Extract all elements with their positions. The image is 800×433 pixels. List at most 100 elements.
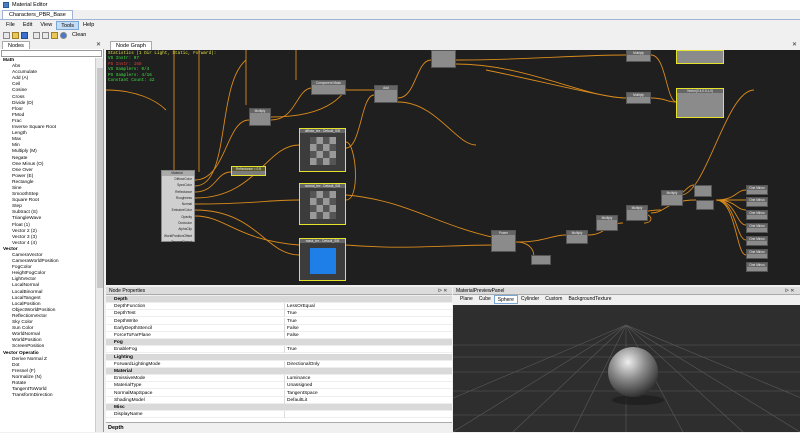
property-row[interactable]: EnableFog True (106, 346, 452, 354)
property-category[interactable]: Material (106, 368, 452, 376)
property-value[interactable]: True (284, 317, 444, 325)
property-value[interactable]: LessOrEqual (284, 303, 444, 311)
graph-node-multiply-top[interactable]: Multiply (626, 50, 651, 62)
properties-pin-icon[interactable]: ᐅ ✕ (438, 287, 447, 295)
graph-node-reflectance[interactable]: Reflectance = 0.5 (231, 166, 266, 176)
graph-node-multiply-a[interactable]: Multiply (249, 108, 271, 126)
property-value[interactable]: DefaultLit (284, 396, 444, 404)
property-category[interactable]: Lighting (106, 353, 452, 361)
property-row[interactable]: MaterialType Unassigned (106, 382, 452, 390)
property-row[interactable]: DepthTest True (106, 310, 452, 318)
help-icon[interactable] (60, 31, 67, 39)
nodes-scroll-thumb[interactable] (97, 68, 103, 288)
new-file-icon[interactable] (3, 31, 10, 39)
node-title: Multiply (627, 51, 650, 55)
node-title: Power (492, 231, 515, 235)
graph-node-one-minus-c[interactable]: One Minus (746, 210, 768, 220)
property-row[interactable]: ShadingModel DefaultLit (106, 396, 452, 404)
copy-icon[interactable] (42, 31, 49, 39)
graph-node-multiply-mid[interactable]: Multiply (626, 92, 651, 104)
property-value[interactable]: True (284, 346, 444, 354)
menu-help[interactable]: Help (79, 21, 98, 30)
property-value[interactable]: DirectionalOnly (284, 360, 444, 368)
property-value[interactable]: False (284, 332, 444, 339)
property-category[interactable]: Depth (106, 296, 452, 304)
preview-tab-custom[interactable]: Custom (542, 295, 565, 304)
nodes-scrollbar[interactable] (95, 58, 103, 432)
property-value[interactable]: TangentSpace (284, 389, 444, 397)
preview-panel-title: MaterialPreviewPanel (456, 288, 505, 294)
property-value[interactable] (284, 411, 444, 419)
material-preview-viewport[interactable] (453, 305, 800, 432)
property-row[interactable]: DepthWrite True (106, 317, 452, 325)
property-row[interactable]: DisplayName (106, 411, 452, 419)
graph-node-multiply-f[interactable] (694, 185, 712, 197)
graph-node-multiply-b[interactable]: Multiply (566, 230, 588, 244)
preview-sphere (608, 347, 658, 397)
preview-tab-cube[interactable]: Cube (476, 295, 494, 304)
graph-node-one-minus-a[interactable]: One Minus (746, 185, 768, 195)
graph-node-multiply-c[interactable]: Multiply (596, 215, 618, 231)
property-row[interactable]: EarlyDepthStencil False (106, 324, 452, 332)
graph-close-icon[interactable]: ✕ (792, 41, 797, 49)
clean-button[interactable]: Clean (72, 32, 86, 38)
graph-node-float[interactable] (531, 255, 551, 265)
paste-icon[interactable] (51, 31, 58, 39)
node-list-item[interactable]: TransformDirection (0, 393, 95, 399)
menu-view[interactable]: View (36, 21, 56, 30)
graph-wires (106, 50, 755, 261)
property-row[interactable]: ForceToFarPlane False (106, 332, 452, 340)
graph-node-one-minus-b[interactable]: One Minus (746, 197, 768, 207)
menu-tools[interactable]: Tools (56, 20, 80, 30)
graph-node-material[interactable]: Material DiffuseColor SpecColor Reflectance… (161, 170, 195, 250)
property-row[interactable]: EmissiveMode Luminance (106, 375, 452, 383)
menu-edit[interactable]: Edit (19, 21, 36, 30)
graph-node-small-a[interactable] (696, 200, 714, 210)
nodes-search-input[interactable] (1, 50, 102, 57)
property-row[interactable]: ForwardLightingMode DirectionalOnly (106, 360, 452, 368)
preview-tab-sphere[interactable]: Sphere (493, 295, 518, 304)
graph-node-top-a[interactable] (431, 50, 456, 68)
graph-node-texture-mask[interactable]: mask_tex - Default_S/B (299, 238, 346, 281)
preview-tab-backgroundtexture[interactable]: BackgroundTexture (565, 295, 614, 304)
node-graph-canvas[interactable]: Statistics (1 Dir Light, Static, Forward… (106, 50, 800, 285)
graph-node-one-minus-f[interactable]: One Minus (746, 249, 768, 259)
property-row[interactable]: DepthFunction LessOrEqual (106, 303, 452, 311)
menu-file[interactable]: File (2, 21, 19, 30)
graph-node-power[interactable]: Power (491, 230, 516, 252)
graph-node-multiply-e[interactable]: Multiply (661, 190, 683, 206)
toolbar: Clean (0, 30, 800, 40)
material-input-pin[interactable]: DepthOffset (162, 245, 194, 251)
graph-node-vector-param[interactable]: Vector(0.4,0.5,1.0) (676, 88, 724, 118)
property-row[interactable]: NormalMapSpace TangentSpace (106, 389, 452, 397)
node-title: Multiply (662, 191, 682, 195)
graph-node-one-minus-d[interactable]: One Minus (746, 223, 768, 233)
property-name: EnableFog (114, 347, 138, 353)
cut-icon[interactable] (33, 31, 40, 39)
graph-node-param-top[interactable] (676, 50, 724, 64)
graph-node-add[interactable]: Add (374, 85, 398, 103)
node-graph-tab[interactable]: Node Graph (110, 41, 152, 50)
property-category[interactable]: Fog (106, 339, 452, 347)
mask-texture-thumbnail (310, 248, 336, 274)
preview-tab-plane[interactable]: Plane (457, 295, 476, 304)
open-folder-icon[interactable] (12, 31, 19, 39)
property-category[interactable]: Misc (106, 404, 452, 412)
graph-node-texture-diffuse[interactable]: diffuse_tex - Default_S/B (299, 128, 346, 172)
save-icon[interactable] (21, 31, 28, 39)
node-title: Multiply (597, 216, 617, 220)
property-value[interactable]: Luminance (284, 375, 444, 383)
nodes-close-icon[interactable]: ✕ (96, 41, 101, 49)
graph-node-one-minus-e[interactable]: One Minus (746, 236, 768, 246)
graph-node-component-mask[interactable]: Component Mask (311, 80, 346, 95)
graph-node-texture-normal[interactable]: normal_tex - Default_S/B (299, 183, 346, 225)
graph-node-multiply-d[interactable]: Multiply (626, 205, 648, 221)
diffuse-texture-thumbnail (310, 137, 336, 165)
property-value[interactable]: Unassigned (284, 382, 444, 390)
property-value[interactable]: True (284, 310, 444, 318)
property-value[interactable]: False (284, 324, 444, 332)
preview-tab-cylinder[interactable]: Cylinder (518, 295, 542, 304)
preview-pin-icon[interactable]: ᐅ ✕ (785, 287, 794, 295)
graph-node-one-minus-g[interactable]: One Minus (746, 262, 768, 272)
property-name: EmissiveMode (114, 376, 146, 382)
